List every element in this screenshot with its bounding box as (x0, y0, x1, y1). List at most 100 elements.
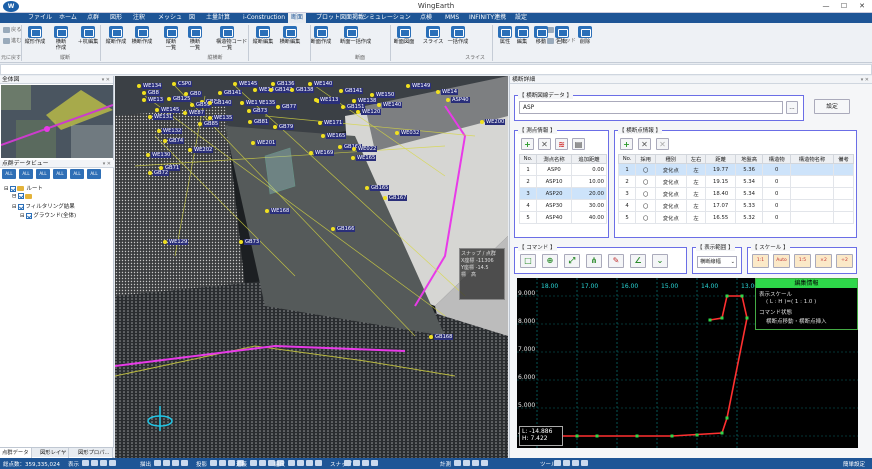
survey-point-marker[interactable]: GB166 (331, 225, 356, 232)
cross-point-marker[interactable] (575, 434, 579, 438)
scale-button-2[interactable]: 1:5 (794, 254, 811, 268)
ribbon-button-3[interactable]: 縦断作成 (105, 26, 127, 45)
column-header[interactable]: 追加距離 (571, 154, 607, 164)
survey-point-marker[interactable]: ASP40 (446, 96, 470, 103)
point-cloud-viewport[interactable]: WE134 CSP0 WE145 GB136 WE140 WE149 GB8 GB0 GB141… (115, 76, 508, 458)
table-row[interactable]: 5 ASP40 40.00 (519, 211, 607, 224)
table-row[interactable]: 2 ASP10 10.00 (519, 175, 607, 188)
survey-wave-button[interactable]: ≋ (555, 138, 568, 150)
survey-point-marker[interactable]: WE171 (318, 119, 344, 126)
survey-point-marker[interactable]: WE129 (163, 238, 189, 245)
survey-point-marker[interactable]: WE165 (321, 132, 347, 139)
cross-point-marker[interactable] (635, 434, 639, 438)
status-toggle-icon[interactable] (572, 460, 579, 466)
ribbon-button-1[interactable]: 横断 作成 (50, 26, 72, 51)
maximize-button[interactable]: ☐ (837, 1, 851, 12)
ribbon-button-7[interactable]: 構造物コード 一覧 (216, 26, 247, 51)
checkbox-icon[interactable] (10, 185, 17, 192)
survey-point-marker[interactable]: WE140 (377, 101, 403, 108)
survey-point-marker[interactable]: GB85 (198, 120, 220, 127)
survey-point-marker[interactable]: GB167 (383, 194, 408, 201)
status-toggle-icon[interactable] (315, 460, 322, 466)
checkbox-icon[interactable] (26, 212, 33, 219)
ribbon-button-18[interactable]: 回転 (551, 26, 573, 45)
survey-point-marker[interactable]: GB138 (290, 86, 315, 93)
status-item-3[interactable]: 近接 (236, 460, 247, 468)
delete-point-icon[interactable]: ✎ (608, 254, 624, 268)
left-tab-1[interactable]: 図形レイヤ (38, 448, 70, 458)
survey-point-marker[interactable]: WE131 (148, 113, 174, 120)
cross-point-marker[interactable] (725, 294, 729, 298)
survey-point-marker[interactable]: WE87 (183, 109, 206, 116)
clear-cross-point-button[interactable]: ✕ (656, 138, 669, 150)
survey-point-marker[interactable]: GB81 (248, 118, 270, 125)
fit-icon[interactable]: ⤢ (564, 254, 580, 268)
scale-button-1[interactable]: Auto (773, 254, 790, 268)
status-toggle-icon[interactable] (288, 460, 295, 466)
status-toggle-icon[interactable] (554, 460, 561, 466)
ribbon-button-0[interactable]: 縦形作成 (24, 26, 46, 45)
status-toggle-icon[interactable] (306, 460, 313, 466)
overview-map[interactable] (1, 85, 113, 158)
section-data-browse-button[interactable]: ... (786, 101, 798, 114)
close-button[interactable]: ✕ (855, 1, 869, 12)
table-row[interactable]: 4 ASP30 30.00 (519, 199, 607, 212)
status-toggle-icon[interactable] (481, 460, 488, 466)
minimize-button[interactable]: — (819, 1, 833, 12)
pin-icon[interactable]: ▾ ✕ (861, 76, 869, 84)
ribbon-button-9[interactable]: 横断編集 (279, 26, 301, 45)
survey-point-marker[interactable]: WE169 (309, 149, 335, 156)
cross-section-canvas[interactable]: 18.00 17.00 16.00 15.00 14.00 13.00 9.000 8.000… (517, 278, 858, 448)
survey-point-marker[interactable]: WE200 (480, 118, 506, 125)
status-item-1[interactable]: 描出 (140, 460, 151, 468)
status-toggle-icon[interactable] (344, 460, 351, 466)
status-toggle-icon[interactable] (259, 460, 266, 466)
menu-item-15[interactable]: 設定 (512, 13, 530, 23)
delete-survey-point-button[interactable]: ✕ (538, 138, 551, 150)
survey-point-marker[interactable]: WE168 (265, 207, 291, 214)
status-toggle-icon[interactable] (250, 460, 257, 466)
tree-node[interactable]: ⊟ フィルタリング結果 (12, 202, 75, 210)
zoom-icon[interactable]: ⊕ (542, 254, 558, 268)
status-item-0[interactable]: 表示 (68, 460, 79, 468)
menu-item-12[interactable]: 点検 (417, 13, 435, 23)
status-toggle-icon[interactable] (362, 460, 369, 466)
tree-tool-button-0[interactable]: ALL (2, 169, 16, 179)
delete-cross-point-button[interactable]: ✕ (638, 138, 651, 150)
status-toggle-icon[interactable] (371, 460, 378, 466)
table-row[interactable]: 4 〇変化点左 17.07 5.33 0 (618, 199, 854, 212)
table-row[interactable]: 5 〇変化点左 16.55 5.32 0 (618, 211, 854, 224)
survey-point-marker[interactable]: WE134 (137, 82, 163, 89)
menu-item-11[interactable]: シミュレーション (360, 13, 414, 23)
status-item-6[interactable]: 計測 (440, 460, 451, 468)
checkbox-icon[interactable] (18, 193, 25, 199)
column-header[interactable]: 備考 (833, 154, 854, 164)
section-data-field[interactable]: ASP (519, 101, 783, 114)
menu-item-13[interactable]: MMS (442, 13, 462, 23)
tree-node[interactable]: ⊟ ルート (4, 184, 43, 192)
status-item-4[interactable]: 縮尺 (274, 460, 285, 468)
survey-point-marker[interactable]: GB77 (276, 103, 298, 110)
menu-item-10[interactable]: プロット図面掲載 (313, 13, 367, 23)
survey-point-marker[interactable]: GB165 (365, 184, 390, 191)
ribbon-button-5[interactable]: 縦断 一覧 (160, 26, 182, 51)
pin-icon[interactable]: ▾ ✕ (103, 160, 111, 168)
menu-item-0[interactable]: ファイル (25, 13, 55, 23)
checkbox-icon[interactable] (18, 203, 25, 210)
survey-point-marker[interactable]: WE130 (146, 151, 172, 158)
ribbon-small-button-1[interactable]: 進む (3, 37, 21, 44)
column-header[interactable]: 左右 (685, 154, 707, 164)
survey-point-marker[interactable]: GB125 (167, 95, 192, 102)
ribbon-button-13[interactable]: スライス (422, 26, 444, 45)
add-survey-point-button[interactable]: + (521, 138, 534, 150)
survey-point-marker[interactable]: WE1 (240, 99, 259, 106)
tree-tool-button-3[interactable]: ALL (53, 169, 67, 179)
survey-point-marker[interactable]: GB73 (239, 238, 261, 245)
status-toggle-icon[interactable] (109, 460, 116, 466)
settings-button[interactable]: 設定 (814, 99, 850, 114)
tree-tool-button-2[interactable]: ALL (36, 169, 50, 179)
menu-item-8[interactable]: i-Construction (240, 13, 288, 23)
column-header[interactable]: 構造物 (762, 154, 792, 164)
status-item-2[interactable]: 投影 (196, 460, 207, 468)
status-toggle-icon[interactable] (154, 460, 161, 466)
